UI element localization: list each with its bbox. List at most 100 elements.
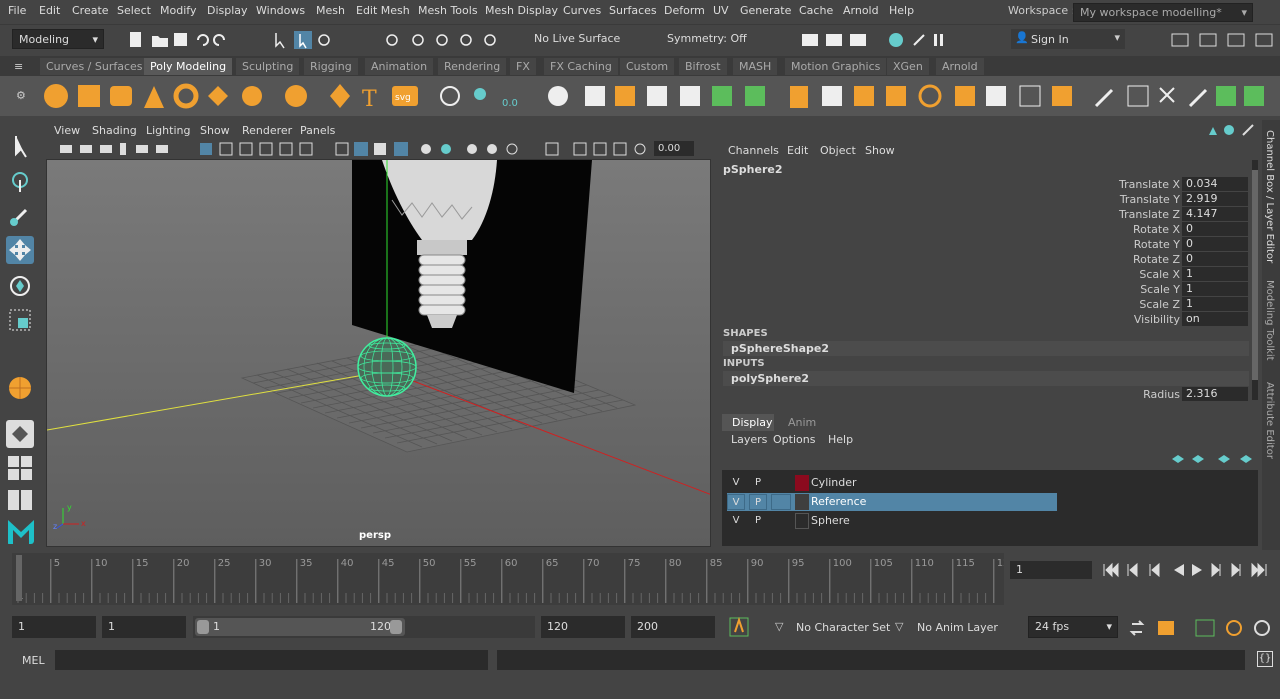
- layer-color-swatch[interactable]: [795, 494, 809, 510]
- shelf-settings-icon[interactable]: ⚙: [16, 89, 26, 102]
- character-set-label[interactable]: No Character Set: [796, 621, 890, 634]
- menu-generate[interactable]: Generate: [740, 4, 791, 17]
- current-time-indicator[interactable]: [16, 555, 22, 601]
- shelf-tab-fx-caching[interactable]: FX Caching: [544, 58, 618, 75]
- layer-type-toggle[interactable]: [771, 494, 791, 510]
- menu-mesh-display[interactable]: Mesh Display: [485, 4, 558, 17]
- layer-playback-toggle[interactable]: P: [749, 475, 767, 491]
- attr-value-scale-y[interactable]: 1: [1182, 282, 1248, 296]
- scale-tool-icon[interactable]: [6, 306, 34, 334]
- exposure-field[interactable]: 0.00: [654, 141, 694, 156]
- menu-modify[interactable]: Modify: [160, 4, 196, 17]
- workspace-select[interactable]: My workspace modelling* ▾: [1073, 3, 1253, 22]
- shape-row[interactable]: pSphereShape2: [723, 341, 1249, 356]
- menu-create[interactable]: Create: [72, 4, 109, 17]
- range-slider[interactable]: 1 120: [193, 616, 535, 638]
- side-tab-modeling-toolkit[interactable]: Modeling Toolkit: [1264, 280, 1275, 361]
- options-menu[interactable]: Options: [773, 433, 815, 446]
- lasso-tool-icon[interactable]: [6, 168, 34, 196]
- scene-canvas[interactable]: [47, 160, 711, 547]
- menu-mesh-tools[interactable]: Mesh Tools: [418, 4, 478, 17]
- layer-row-sphere[interactable]: V P Sphere: [727, 512, 1057, 530]
- viewport-menu-renderer[interactable]: Renderer: [242, 124, 292, 137]
- viewport-menu-show[interactable]: Show: [200, 124, 230, 137]
- attr-label-scale-x[interactable]: Scale X: [1139, 268, 1180, 281]
- playback-end-field[interactable]: 120: [541, 616, 625, 638]
- attr-label-scale-y[interactable]: Scale Y: [1140, 283, 1180, 296]
- side-tab-channel-box[interactable]: Channel Box / Layer Editor: [1264, 130, 1275, 263]
- shelf-tab-mash[interactable]: MASH: [733, 58, 778, 75]
- fps-select[interactable]: 24 fps ▾: [1028, 616, 1118, 638]
- viewport-menu-view[interactable]: View: [54, 124, 80, 137]
- layer-color-swatch[interactable]: [795, 513, 809, 529]
- shelf-tab-rigging[interactable]: Rigging: [304, 58, 358, 75]
- sign-in-button[interactable]: 👤 Sign In ▾: [1011, 29, 1125, 49]
- viewport-menu-panels[interactable]: Panels: [300, 124, 335, 137]
- shelf-tab-bifrost[interactable]: Bifrost: [679, 58, 727, 75]
- menu-uv[interactable]: UV: [713, 4, 729, 17]
- render-tools-icons[interactable]: [800, 31, 970, 49]
- layer-visibility-toggle[interactable]: V: [727, 475, 745, 491]
- menu-curves[interactable]: Curves: [563, 4, 601, 17]
- layer-type-toggle[interactable]: [771, 513, 791, 529]
- shelf-tab-poly-modeling[interactable]: Poly Modeling: [144, 58, 233, 75]
- menu-file[interactable]: File: [8, 4, 26, 17]
- channels-menu[interactable]: Channels: [728, 144, 779, 157]
- shelf-tab-sculpting[interactable]: Sculpting: [236, 58, 300, 75]
- mel-label[interactable]: MEL: [22, 654, 45, 667]
- anim-layer-label[interactable]: No Anim Layer: [917, 621, 998, 634]
- attr-value-translate-x[interactable]: 0.034: [1182, 177, 1248, 191]
- shelf-tab-arnold[interactable]: Arnold: [936, 58, 984, 75]
- move-tool-icon[interactable]: [6, 236, 34, 264]
- layer-playback-toggle[interactable]: P: [749, 513, 767, 529]
- anim-layer-icon[interactable]: ▽: [895, 620, 903, 633]
- playback-start-field[interactable]: 1: [102, 616, 186, 638]
- attr-label-rotate-y[interactable]: Rotate Y: [1134, 238, 1180, 251]
- shelf-tab-custom[interactable]: Custom: [620, 58, 675, 75]
- attr-label-visibility[interactable]: Visibility: [1134, 313, 1180, 326]
- attr-value-scale-z[interactable]: 1: [1182, 297, 1248, 311]
- menu-windows[interactable]: Windows: [256, 4, 305, 17]
- menu-surfaces[interactable]: Surfaces: [609, 4, 657, 17]
- tab-display[interactable]: Display: [722, 414, 774, 431]
- layer-tool-icons[interactable]: [1168, 452, 1258, 466]
- two-view-icon[interactable]: [6, 486, 34, 514]
- panel-toggle-icons[interactable]: [1170, 31, 1280, 49]
- shelf-tab-curves-surfaces[interactable]: Curves / Surfaces: [40, 58, 149, 75]
- layer-type-toggle[interactable]: [771, 475, 791, 491]
- attr-value-rotate-z[interactable]: 0: [1182, 252, 1248, 266]
- menu-arnold[interactable]: Arnold: [843, 4, 879, 17]
- select-tool-icon[interactable]: [6, 132, 34, 160]
- attr-label-translate-y[interactable]: Translate Y: [1120, 193, 1180, 206]
- shelf-icons[interactable]: T svg 0.0: [40, 80, 1280, 114]
- auto-key-icon[interactable]: [728, 616, 754, 638]
- menu-deform[interactable]: Deform: [664, 4, 705, 17]
- animation-end-field[interactable]: 200: [631, 616, 715, 638]
- animation-start-field[interactable]: 1: [12, 616, 96, 638]
- file-tools-icons[interactable]: [128, 31, 238, 49]
- shelf-tab-motion-graphics[interactable]: Motion Graphics: [785, 58, 887, 75]
- menu-mesh[interactable]: Mesh: [316, 4, 345, 17]
- layer-row-cylinder[interactable]: V P Cylinder: [727, 474, 1057, 492]
- side-tab-attribute-editor[interactable]: Attribute Editor: [1264, 382, 1275, 459]
- attr-label-scale-z[interactable]: Scale Z: [1139, 298, 1180, 311]
- shelf-tab-rendering[interactable]: Rendering: [438, 58, 507, 75]
- attr-value-translate-z[interactable]: 4.147: [1182, 207, 1248, 221]
- live-surface-label[interactable]: No Live Surface: [534, 32, 620, 45]
- layer-color-swatch[interactable]: [795, 475, 809, 491]
- perspective-viewport[interactable]: y x z persp: [46, 159, 711, 547]
- menu-display[interactable]: Display: [207, 4, 248, 17]
- rotate-tool-icon[interactable]: [6, 272, 34, 300]
- script-editor-icon[interactable]: {}: [1257, 651, 1273, 667]
- menu-select[interactable]: Select: [117, 4, 151, 17]
- channel-object-menu[interactable]: Object: [820, 144, 856, 157]
- range-start-handle[interactable]: [197, 620, 209, 634]
- channel-scrollbar[interactable]: [1252, 160, 1258, 400]
- attr-label-translate-x[interactable]: Translate X: [1119, 178, 1180, 191]
- attr-label-rotate-z[interactable]: Rotate Z: [1133, 253, 1180, 266]
- input-row[interactable]: polySphere2: [723, 371, 1249, 386]
- attr-value-translate-y[interactable]: 2.919: [1182, 192, 1248, 206]
- attr-value-radius[interactable]: 2.316: [1182, 387, 1248, 401]
- attr-label-rotate-x[interactable]: Rotate X: [1133, 223, 1180, 236]
- menu-help[interactable]: Help: [889, 4, 914, 17]
